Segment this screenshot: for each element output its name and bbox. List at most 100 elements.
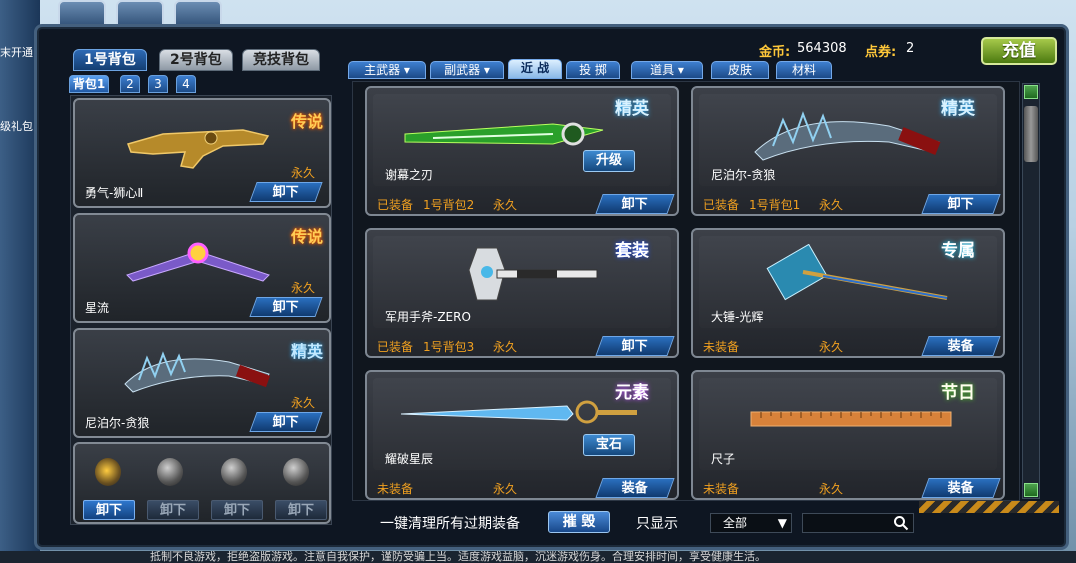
search-input[interactable]	[802, 513, 914, 533]
equip-status: 已装备	[377, 340, 414, 354]
item-card[interactable]: 节日 尺子 未装备 永久 装备	[691, 370, 1005, 500]
side-label-2[interactable]: 级礼包	[0, 118, 33, 134]
item-name: 大锤-光辉	[711, 310, 764, 324]
nepal-greedwolf-knife-icon	[124, 351, 271, 393]
item-name: 耀破星辰	[385, 452, 434, 466]
equip-button[interactable]: 装备	[921, 478, 1001, 498]
pack-tab-1[interactable]: 1号背包	[73, 49, 147, 71]
duration-label: 永久	[493, 482, 518, 496]
tab-throwable[interactable]: 投 掷	[566, 61, 620, 79]
duration-label: 永久	[290, 281, 315, 295]
gem-button[interactable]: 宝石	[583, 434, 635, 456]
tier-label: 专属	[941, 241, 975, 261]
duration-label: 永久	[493, 340, 518, 354]
tab-melee[interactable]: 近 战	[508, 59, 562, 79]
inventory-window: 1号背包 2号背包 竞技背包 背包1 2 3 4 金币: 564308 点券: …	[34, 24, 1069, 550]
scroll-down-icon[interactable]	[1024, 483, 1038, 497]
loadout-slot-secondary[interactable]: 传说 永久 星流 卸下	[73, 213, 331, 323]
pack-tab-arena[interactable]: 竞技背包	[242, 49, 320, 71]
loadout-slot-primary[interactable]: 传说 永久 勇气-狮心Ⅱ 卸下	[73, 98, 331, 208]
item-card[interactable]: 精英 尼泊尔-贪狼 已装备 1号背包1 永久 卸下	[691, 86, 1005, 216]
item-card[interactable]: 元素 耀破星辰 宝石 未装备 永久 装备	[365, 370, 679, 500]
grenade-icon[interactable]	[95, 458, 121, 486]
grenade-icon[interactable]	[283, 458, 309, 486]
tier-label: 精英	[615, 99, 649, 119]
scroll-thumb[interactable]	[1024, 106, 1038, 162]
starflow-weapon-icon	[126, 242, 270, 282]
chevron-down-icon: ▼	[777, 516, 787, 530]
unequip-button[interactable]: 卸下	[921, 194, 1001, 214]
unequip-button[interactable]: 卸下	[595, 336, 675, 356]
duration-label: 永久	[493, 198, 518, 212]
unequip-throwable-4[interactable]: 卸下	[275, 500, 327, 520]
loadout-panel: 传说 永久 勇气-狮心Ⅱ 卸下 传说 永久 星流 卸下 精英 永久 尼泊尔-贪狼…	[70, 95, 332, 525]
unequip-throwable-1[interactable]: 卸下	[83, 500, 135, 520]
equip-button[interactable]: 装备	[921, 336, 1001, 356]
star-breaker-sword-icon	[400, 400, 637, 424]
recharge-button[interactable]: 充值	[981, 37, 1057, 65]
tier-label: 精英	[290, 342, 323, 361]
tab-primary-weapon[interactable]: 主武器 ▾	[348, 61, 426, 79]
tab-props[interactable]: 道具 ▾	[631, 61, 703, 79]
tab-material[interactable]: 材料	[776, 61, 832, 79]
item-name: 军用手斧-ZERO	[385, 310, 471, 324]
sub-tab-3[interactable]: 3	[148, 75, 168, 93]
pack-location: 1号背包2	[423, 198, 475, 212]
duration-label: 永久	[290, 166, 315, 180]
unequip-button[interactable]: 卸下	[249, 182, 323, 202]
unequip-button[interactable]: 卸下	[249, 297, 323, 317]
destroy-button[interactable]: 摧 毁	[548, 511, 610, 533]
item-card[interactable]: 专属 大锤-光辉 未装备 永久 装备	[691, 228, 1005, 358]
voucher-value: 2	[906, 41, 915, 56]
nepal-greedwolf-knife-icon	[754, 111, 941, 161]
filter-label: 只显示	[636, 516, 678, 532]
tab-secondary-weapon[interactable]: 副武器 ▾	[430, 61, 504, 79]
tier-label: 精英	[941, 99, 975, 119]
unequip-button[interactable]: 卸下	[249, 412, 323, 432]
upgrade-button[interactable]: 升级	[583, 150, 635, 172]
weapon-name: 勇气-狮心Ⅱ	[85, 186, 144, 200]
tier-label: 元素	[615, 383, 649, 403]
army-axe-icon	[468, 247, 598, 301]
weapon-name: 尼泊尔-贪狼	[85, 416, 150, 430]
unequip-throwable-2[interactable]: 卸下	[147, 500, 199, 520]
equip-status: 已装备	[703, 198, 740, 212]
tab-skin[interactable]: 皮肤	[711, 61, 769, 79]
equip-button[interactable]: 装备	[595, 478, 675, 498]
item-name: 尼泊尔-贪狼	[711, 168, 776, 182]
pack-location: 1号背包3	[423, 340, 475, 354]
unequip-throwable-3[interactable]: 卸下	[211, 500, 263, 520]
grenade-icon[interactable]	[157, 458, 183, 486]
loadout-slot-melee[interactable]: 精英 永久 尼泊尔-贪狼 卸下	[73, 328, 331, 438]
clear-expired-label[interactable]: 一键清理所有过期装备	[380, 513, 520, 533]
filter-select[interactable]: 全部 ▼	[710, 513, 792, 533]
duration-label: 永久	[819, 340, 844, 354]
duration-label: 永久	[819, 482, 844, 496]
bottom-toolbar: 一键清理所有过期装备 摧 毁 只显示 全部 ▼	[352, 509, 1042, 537]
scroll-up-icon[interactable]	[1024, 85, 1038, 99]
sub-tab-2[interactable]: 2	[120, 75, 140, 93]
item-name: 尺子	[711, 452, 736, 466]
pack-tab-2[interactable]: 2号背包	[159, 49, 233, 71]
duration-label: 永久	[819, 198, 844, 212]
item-name: 谢幕之刃	[385, 168, 434, 182]
sub-tab-1[interactable]: 背包1	[69, 75, 109, 93]
tier-label: 套装	[615, 241, 649, 261]
item-card[interactable]: 精英 谢幕之刃 升级 已装备 1号背包2 永久 卸下	[365, 86, 679, 216]
tier-label: 传说	[290, 227, 323, 246]
lionheart-gun-icon	[127, 129, 270, 169]
search-icon[interactable]	[893, 515, 909, 531]
tier-label: 传说	[290, 112, 323, 131]
curtain-blade-icon	[404, 122, 604, 146]
side-label-1[interactable]: 末开通	[0, 44, 33, 60]
weapon-name: 星流	[85, 301, 110, 315]
anti-addiction-notice: 抵制不良游戏，拒绝盗版游戏。注意自我保护，谨防受骗上当。适度游戏益脑，沉迷游戏伤…	[0, 551, 1076, 563]
equip-status: 未装备	[703, 482, 740, 496]
grid-scrollbar[interactable]	[1022, 83, 1040, 499]
ruler-icon	[750, 411, 952, 427]
unequip-button[interactable]: 卸下	[595, 194, 675, 214]
grenade-icon[interactable]	[221, 458, 247, 486]
sub-tab-4[interactable]: 4	[176, 75, 196, 93]
item-card[interactable]: 套装 军用手斧-ZERO 已装备 1号背包3 永久 卸下	[365, 228, 679, 358]
tier-label: 节日	[941, 383, 975, 403]
